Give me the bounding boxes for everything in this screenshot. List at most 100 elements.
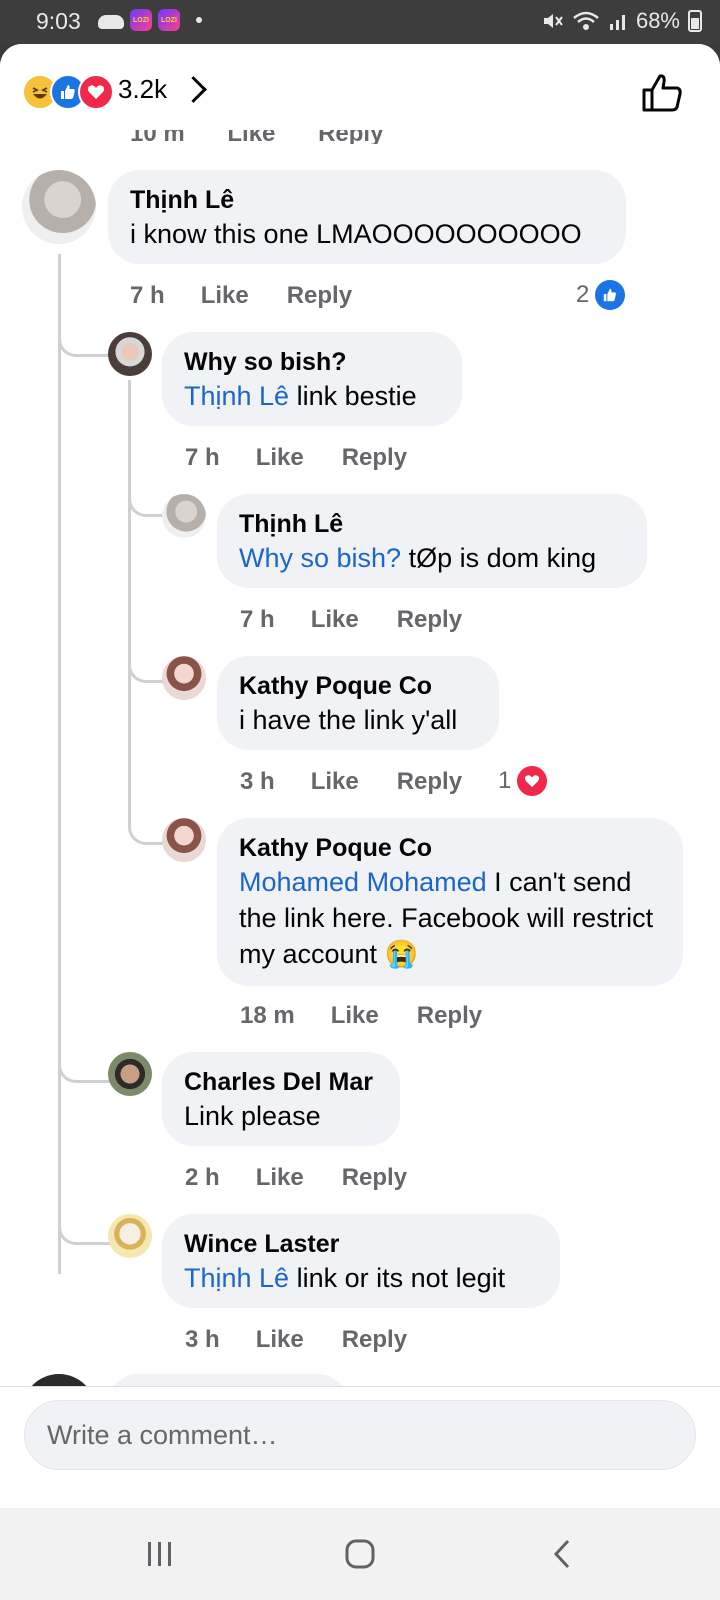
comment-bubble[interactable]: Thịnh Lê Why so bish? tØp is dom king <box>217 494 647 588</box>
avatar[interactable] <box>162 494 206 538</box>
comment-author[interactable]: Charles Del Mar <box>184 1066 378 1098</box>
comment-bubble[interactable]: Charles Del Mar Link please <box>162 1052 400 1146</box>
notification-icons: LOZI LOZI <box>98 9 202 31</box>
comment-time: 7 h <box>240 606 275 633</box>
battery-percent: 68% <box>635 8 680 33</box>
comment-text: Why so bish? tØp is dom king <box>239 543 597 573</box>
love-reaction-icon <box>517 766 548 796</box>
comment-actions: 2 h Like Reply <box>185 1164 407 1192</box>
like-button[interactable]: Like <box>256 1326 304 1354</box>
reply-button[interactable]: Reply <box>342 1164 407 1192</box>
lozi-app-icon: LOZI <box>130 9 152 31</box>
thread-connector <box>58 304 111 357</box>
like-button[interactable]: Like <box>256 444 304 472</box>
signal-icon <box>609 15 625 30</box>
chevron-right-icon[interactable] <box>180 76 207 103</box>
mention-link[interactable]: Mohamed Mohamed <box>239 867 487 897</box>
reply-button[interactable]: Reply <box>287 282 352 310</box>
like-reaction-icon <box>595 280 626 310</box>
reaction-count: 1 <box>498 767 512 794</box>
thread-connector <box>58 1194 111 1245</box>
comment-author[interactable]: Kathy Poque Co <box>239 670 477 702</box>
reply-button[interactable]: Reply <box>417 1002 482 1030</box>
recent-apps-icon <box>148 1542 171 1566</box>
comment-author[interactable]: Thịnh Lê <box>239 508 625 540</box>
comment-reactions[interactable]: 1 <box>498 766 548 796</box>
mention-link[interactable]: Thịnh Lê <box>184 381 289 411</box>
lozi-app-icon-2: LOZI <box>158 9 180 31</box>
reaction-count[interactable]: 3.2k <box>118 74 167 105</box>
avatar[interactable] <box>162 656 206 700</box>
comment-time: 2 h <box>185 1164 220 1191</box>
thread-line-main <box>58 254 61 1274</box>
comment-author[interactable]: Wince Laster <box>184 1228 538 1260</box>
reply-button[interactable]: Reply <box>397 606 462 634</box>
status-bar: 9:03 LOZI LOZI 68% <box>0 0 720 44</box>
reply-button[interactable]: Reply <box>342 1326 407 1354</box>
comment-actions: 7 h Like Reply <box>130 282 352 310</box>
more-notifications-dot-icon <box>196 17 202 23</box>
avatar[interactable] <box>108 1214 152 1258</box>
comment-author[interactable]: Thịnh Lê <box>130 184 604 216</box>
cloud-icon <box>98 15 124 29</box>
like-button[interactable]: Like <box>256 1164 304 1192</box>
avatar[interactable] <box>108 332 152 376</box>
comments-sheet: 3.2k 10 m Like Reply Thịnh Lê i know thi… <box>0 44 720 1508</box>
comment-bubble[interactable]: Thịnh Lê i know this one LMAOOOOOOOOOO <box>108 170 626 264</box>
comment-author[interactable]: Kathy Poque Co <box>239 832 661 864</box>
thread-line-nested <box>128 380 131 820</box>
like-button[interactable]: Like <box>201 282 249 310</box>
comment-bubble[interactable]: Kathy Poque Co Mohamed Mohamed I can't s… <box>217 818 683 986</box>
home-icon <box>345 1539 375 1569</box>
reply-button[interactable]: Reply <box>397 768 462 796</box>
like-post-button[interactable] <box>640 70 684 114</box>
home-button[interactable] <box>300 1508 420 1600</box>
comment-actions: 7 h Like Reply <box>185 444 407 472</box>
comment-actions: 3 h Like Reply <box>185 1326 407 1354</box>
comment-time: 18 m <box>240 1002 295 1029</box>
thumbs-up-icon <box>642 74 682 112</box>
reaction-summary[interactable] <box>22 74 114 110</box>
comment-input[interactable]: Write a comment… <box>24 1400 696 1470</box>
back-button[interactable] <box>502 1508 622 1600</box>
reaction-count: 2 <box>576 281 590 308</box>
reply-button[interactable]: Reply <box>342 444 407 472</box>
comment-actions: 18 m Like Reply <box>240 1002 482 1030</box>
battery-icon <box>688 10 702 32</box>
comment-time: 3 h <box>240 768 275 795</box>
crying-emoji: 😭 <box>384 939 419 969</box>
comment-actions: 3 h Like Reply <box>240 768 462 796</box>
sheet-header: 3.2k <box>0 44 720 130</box>
avatar[interactable] <box>162 818 206 862</box>
mention-link[interactable]: Why so bish? <box>239 543 401 573</box>
mute-icon <box>543 14 563 28</box>
love-reaction-icon <box>78 74 114 110</box>
comment-time: 3 h <box>185 1326 220 1353</box>
comment-bubble[interactable]: Kathy Poque Co i have the link y'all <box>217 656 499 750</box>
like-button[interactable]: Like <box>311 606 359 634</box>
mention-link[interactable]: Thịnh Lê <box>184 1263 289 1293</box>
comment-bubble[interactable]: Why so bish? Thịnh Lê link bestie <box>162 332 462 426</box>
comment-text: i know this one LMAOOOOOOOOOO <box>130 219 582 249</box>
comment-bubble[interactable]: Wince Laster Thịnh Lê link or its not le… <box>162 1214 560 1308</box>
status-right: 68% <box>542 8 702 34</box>
avatar[interactable] <box>108 1052 152 1096</box>
comment-text: i have the link y'all <box>239 705 458 735</box>
avatar[interactable] <box>22 170 96 244</box>
system-nav-bar <box>0 1508 720 1600</box>
comment-text: Link please <box>184 1101 321 1131</box>
comment-reactions[interactable]: 2 <box>576 280 626 310</box>
comment-time: 7 h <box>130 282 165 309</box>
thread-connector <box>58 1034 111 1083</box>
comment-text: Thịnh Lê link bestie <box>184 381 417 411</box>
like-button[interactable]: Like <box>331 1002 379 1030</box>
comment-text: Thịnh Lê link or its not legit <box>184 1263 506 1293</box>
recent-apps-button[interactable] <box>100 1508 220 1600</box>
back-arrow-icon <box>553 1539 570 1569</box>
comment-author[interactable]: Why so bish? <box>184 346 440 378</box>
status-time: 9:03 <box>36 8 81 34</box>
comment-actions: 7 h Like Reply <box>240 606 462 634</box>
wifi-icon <box>573 11 599 30</box>
comment-input-placeholder: Write a comment… <box>47 1419 278 1450</box>
like-button[interactable]: Like <box>311 768 359 796</box>
